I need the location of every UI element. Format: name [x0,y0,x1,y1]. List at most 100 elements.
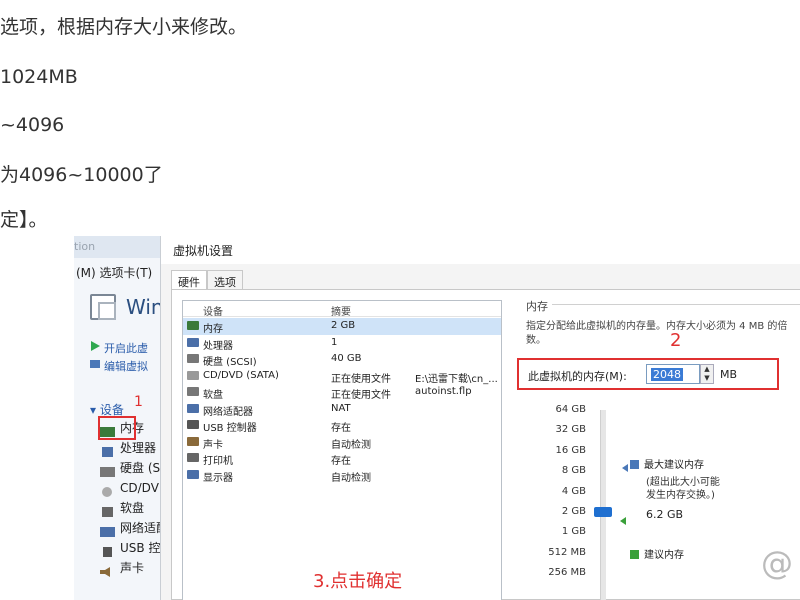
tab-hardware[interactable]: 硬件 [171,270,207,290]
network-adapter-icon [100,523,115,537]
memory-unit: MB [720,368,738,381]
spin-up-icon[interactable]: ▲ [704,365,709,373]
max-recommended-note-2: 发生内存交换。) [646,490,715,501]
slider-tick-label: 2 GB [561,506,586,517]
device-row[interactable]: 打印机 存在 [183,450,501,467]
slider-tick-label: 32 GB [555,424,586,436]
slider-tick-label: 512 MB [548,546,586,558]
usb-icon [100,543,115,557]
tab-options[interactable]: 选项 [207,270,243,290]
device-row[interactable]: 内存 2 GB [183,318,501,335]
floppy-icon [187,387,199,396]
slider-thumb[interactable] [594,507,612,517]
group-divider [552,304,800,305]
memory-input[interactable]: 2048 [646,364,700,384]
hardware-panel: 设备 摘要 内存 2 GB 处理器 1 硬盘 (SCSI) 40 GB CD/DVD (SA… [171,289,800,600]
printer-icon [187,453,199,462]
watermark-logo-icon: @ [761,544,793,582]
recommended-swatch [630,550,639,559]
processor-icon [187,337,199,347]
window-title: tion [74,236,174,258]
article-line-2: 1024MB [0,66,78,88]
embedded-screenshot: tion (M) 选项卡(T) Wind 开启此虚 编辑虚拟 ▾ 设备 内存 处… [74,236,800,600]
device-summary: 正在使用文件 [331,373,391,385]
sound-card-icon [187,436,199,446]
device-row[interactable]: 硬盘 (SCSI) 40 GB [183,351,501,368]
device-summary-detail: autoinst.flp [415,386,472,397]
device-summary: 存在 [331,456,351,467]
hardware-device-table: 设备 摘要 内存 2 GB 处理器 1 硬盘 (SCSI) 40 GB CD/DVD (SA… [182,300,502,600]
max-recommended-label: 最大建议内存 [630,456,704,471]
power-on-link[interactable]: 开启此虚 [91,340,148,356]
memory-icon [187,321,199,330]
slider-tick-label: 8 GB [561,465,586,477]
step1-highlight-box [98,416,136,440]
device-row[interactable]: USB 控制器 存在 [183,417,501,434]
device-name: 声卡 [203,439,223,451]
article-line-3: ~4096 [0,114,65,136]
device-summary: 40 GB [331,353,362,364]
edit-vm-label: 编辑虚拟 [104,360,148,373]
device-summary: 存在 [331,423,351,434]
summary-column-header: 摘要 [331,307,351,318]
recommended-text: 建议内存 [644,550,684,561]
device-name: USB 控制器 [203,423,257,434]
play-icon [90,341,100,351]
collapse-triangle-icon: ▾ [90,403,100,417]
virtual-machine-icon [90,294,116,320]
device-summary: 正在使用文件 [331,390,391,401]
recommended-label: 建议内存 [630,546,684,561]
step3-label: 3.点击确定 [313,571,403,592]
edit-vm-link[interactable]: 编辑虚拟 [90,358,148,374]
device-row[interactable]: 软盘 正在使用文件 autoinst.flp [183,384,501,401]
menu-bar[interactable]: (M) 选项卡(T) [74,262,174,282]
step2-label: 2 [670,330,682,351]
network-adapter-icon [187,403,199,413]
device-name: CD/DVD (SATA) [203,369,279,381]
device-summary: 2 GB [331,320,356,331]
slider-tick-label: 256 MB [548,567,586,579]
max-recommended-value: 6.2 GB [646,508,684,521]
slider-markers [620,464,628,525]
usb-icon [187,420,199,429]
display-icon [187,469,199,479]
device-label: 声卡 [120,561,145,575]
memory-slider[interactable]: 64 GB 32 GB 16 GB 8 GB 4 GB 2 GB 1 GB 512 MB 256… [526,404,666,600]
max-recommended-text: 最大建议内存 [644,460,704,471]
memory-spinner[interactable]: ▲ ▼ [700,364,714,384]
device-name: 显示器 [203,472,233,484]
article-line-4: 为4096~10000了 [0,164,163,186]
device-row[interactable]: 声卡 自动检测 [183,434,501,451]
device-row[interactable]: 处理器 1 [183,335,501,352]
max-recommended-note-1: (超出此大小可能 [646,477,720,488]
devices-header-label: 设备 [99,403,124,417]
device-name: 内存 [203,324,223,335]
table-header: 设备 摘要 [183,301,501,318]
device-row[interactable]: 显示器 自动检测 [183,467,501,484]
cd-dvd-icon [187,370,199,380]
sound-card-icon [100,563,115,577]
article-line-1: 选项，根据内存大小来修改。 [0,16,248,38]
processor-icon [100,443,115,457]
slider-track[interactable] [600,410,606,600]
device-summary: 自动检测 [331,439,371,451]
memory-group-title: 内存 [526,300,548,313]
device-summary: 自动检测 [331,472,371,484]
spin-down-icon[interactable]: ▼ [704,374,709,382]
slider-tick-label: 64 GB [555,404,586,415]
memory-value: 2048 [651,368,683,381]
floppy-icon [100,503,115,517]
device-label: 软盘 [120,501,145,515]
dialog-title: 虚拟机设置 [161,236,800,264]
recommended-marker [620,517,626,525]
step1-label: 1 [134,394,143,410]
device-name: 网络适配器 [203,406,253,418]
device-summary-detail: E:\迅雷下载\cn_... [415,373,498,385]
memory-description: 指定分配给此虚拟机的内存量。内存大小必须为 4 MB 的倍数。 [526,321,788,346]
hard-disk-icon [100,463,115,477]
memory-field-label: 此虚拟机的内存(M): [528,370,627,383]
power-on-label: 开启此虚 [104,342,148,355]
device-row[interactable]: CD/DVD (SATA) 正在使用文件 E:\迅雷下载\cn_... [183,368,501,385]
vmware-main-window: tion (M) 选项卡(T) Wind 开启此虚 编辑虚拟 ▾ 设备 内存 处… [74,236,176,600]
device-row[interactable]: 网络适配器 NAT [183,401,501,418]
